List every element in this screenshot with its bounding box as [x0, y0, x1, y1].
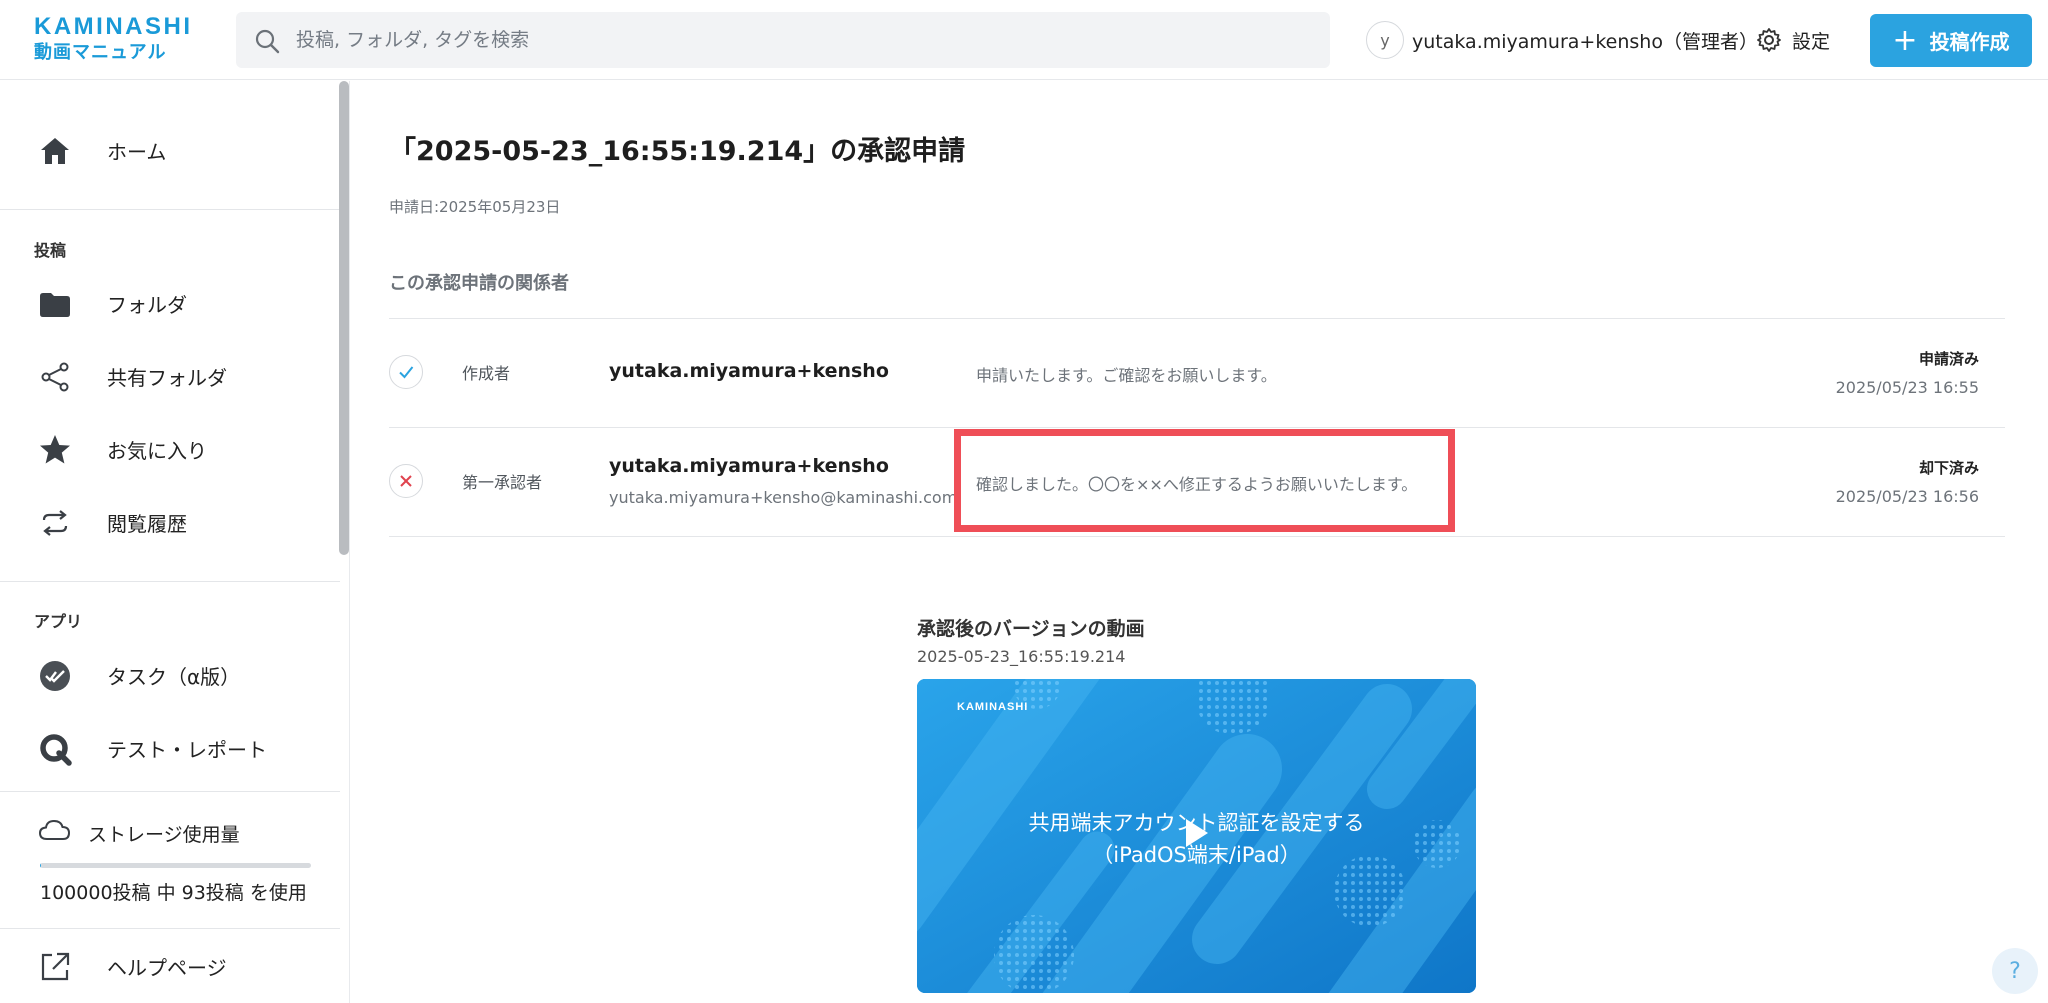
row-user-name: yutaka.miyamura+kensho [609, 360, 889, 382]
comment-highlight-box [954, 429, 1455, 532]
stakeholders-heading: この承認申請の関係者 [389, 273, 569, 294]
share-icon [41, 362, 69, 392]
sidebar-item-folder[interactable]: フォルダ [0, 275, 335, 331]
row-role: 作成者 [462, 364, 511, 383]
folder-icon [40, 293, 70, 317]
sidebar-item-label: フォルダ [107, 292, 187, 317]
status-rejected-badge [389, 464, 423, 498]
sidebar-item-label: 閲覧履歴 [107, 511, 187, 536]
app-logo[interactable]: KAMINASHI 動画マニュアル [34, 14, 204, 65]
logo-product-text: 動画マニュアル [34, 42, 167, 63]
search-bar[interactable] [236, 12, 1330, 68]
task-check-icon [40, 661, 70, 691]
create-post-label: 投稿作成 [1929, 30, 2010, 54]
help-button[interactable]: ? [1992, 948, 2038, 994]
search-input[interactable] [296, 12, 1306, 68]
sidebar-item-history[interactable]: 閲覧履歴 [0, 494, 335, 550]
sidebar-item-home[interactable]: ホーム [0, 122, 335, 178]
settings-label: 設定 [1792, 30, 1831, 53]
storage-label: ストレージ使用量 [88, 824, 240, 846]
request-date: 申請日:2025年05月23日 [389, 198, 561, 216]
plus-icon: + [1892, 22, 1918, 58]
row-timestamp: 2025/05/23 16:56 [1835, 487, 1979, 506]
sidebar-item-favorites[interactable]: お気に入り [0, 421, 335, 477]
storage-usage-text: 100000投稿 中 93投稿 を使用 [40, 882, 307, 904]
sidebar-item-label: 共有フォルダ [107, 365, 227, 390]
sidebar-nav: ホーム 投稿 フォルダ 共有フォルダ お気に入り 閲覧履歴 アプリ タスク（α版… [0, 81, 350, 1003]
sidebar-item-label: テスト・レポート [107, 737, 267, 762]
close-icon [400, 475, 412, 487]
sidebar-divider [0, 581, 340, 582]
sidebar-item-label: タスク（α版） [107, 664, 241, 689]
sidebar-divider [0, 791, 340, 792]
search-icon [255, 29, 280, 54]
row-divider [389, 536, 2005, 537]
top-header: KAMINASHI 動画マニュアル y yutaka.miyamura+kens… [0, 0, 2048, 80]
sidebar-item-label: お気に入り [107, 438, 207, 463]
test-report-icon [40, 734, 72, 766]
home-icon [41, 138, 69, 164]
sidebar-item-label: ホーム [107, 139, 167, 164]
play-icon[interactable] [1186, 819, 1208, 847]
gear-icon [1757, 28, 1781, 52]
row-user-email: yutaka.miyamura+kensho@kaminashi.com [609, 488, 958, 507]
avatar: y [1366, 21, 1404, 59]
sidebar-divider [0, 928, 340, 929]
row-comment: 申請いたします。ご確認をお願いします。 [976, 366, 1277, 385]
sidebar-item-task[interactable]: タスク（α版） [0, 647, 335, 703]
external-link-icon [41, 952, 70, 981]
page-title: 「2025-05-23_16:55:19.214」の承認申請 [389, 136, 966, 167]
row-state: 却下済み [1918, 459, 1979, 477]
sidebar-divider [0, 209, 340, 210]
sidebar-section-apps: アプリ [34, 612, 83, 631]
logo-brand-text: KAMINASHI [34, 13, 193, 40]
video-heading: 承認後のバージョンの動画 [917, 618, 1145, 640]
video-version: 2025-05-23_16:55:19.214 [917, 647, 1126, 666]
create-post-button[interactable]: + 投稿作成 [1870, 14, 2032, 67]
storage-progress-bar [40, 863, 311, 868]
sidebar-item-shared-folder[interactable]: 共有フォルダ [0, 348, 335, 404]
history-icon [42, 510, 68, 536]
row-user-name: yutaka.miyamura+kensho [609, 455, 889, 477]
main-content: 「2025-05-23_16:55:19.214」の承認申請 申請日:2025年… [351, 81, 2048, 1003]
sidebar-item-help[interactable]: ヘルプページ [0, 938, 335, 994]
video-player[interactable]: KAMINASHI 共用端末アカウント認証を設定する （iPadOS端末/iPa… [917, 679, 1476, 993]
row-timestamp: 2025/05/23 16:55 [1835, 378, 1979, 397]
sidebar-item-label: ヘルプページ [107, 955, 227, 980]
row-role: 第一承認者 [462, 473, 543, 492]
user-name: yutaka.miyamura+kensho（管理者） [1412, 30, 1758, 53]
status-approved-badge [389, 355, 423, 389]
video-brand-logo: KAMINASHI [957, 701, 1029, 713]
table-row: 作成者 yutaka.miyamura+kensho 申請いたします。ご確認をお… [389, 318, 2005, 426]
sidebar-scrollbar[interactable] [339, 81, 349, 555]
row-state: 申請済み [1918, 350, 1979, 368]
cloud-icon [38, 819, 71, 840]
check-icon [399, 366, 414, 379]
sidebar-section-posts: 投稿 [34, 241, 67, 260]
user-menu[interactable]: y yutaka.miyamura+kensho（管理者） [1366, 20, 1758, 60]
sidebar-item-test-report[interactable]: テスト・レポート [0, 720, 335, 776]
star-icon [40, 435, 70, 464]
settings-link[interactable]: 設定 [1756, 24, 1830, 56]
